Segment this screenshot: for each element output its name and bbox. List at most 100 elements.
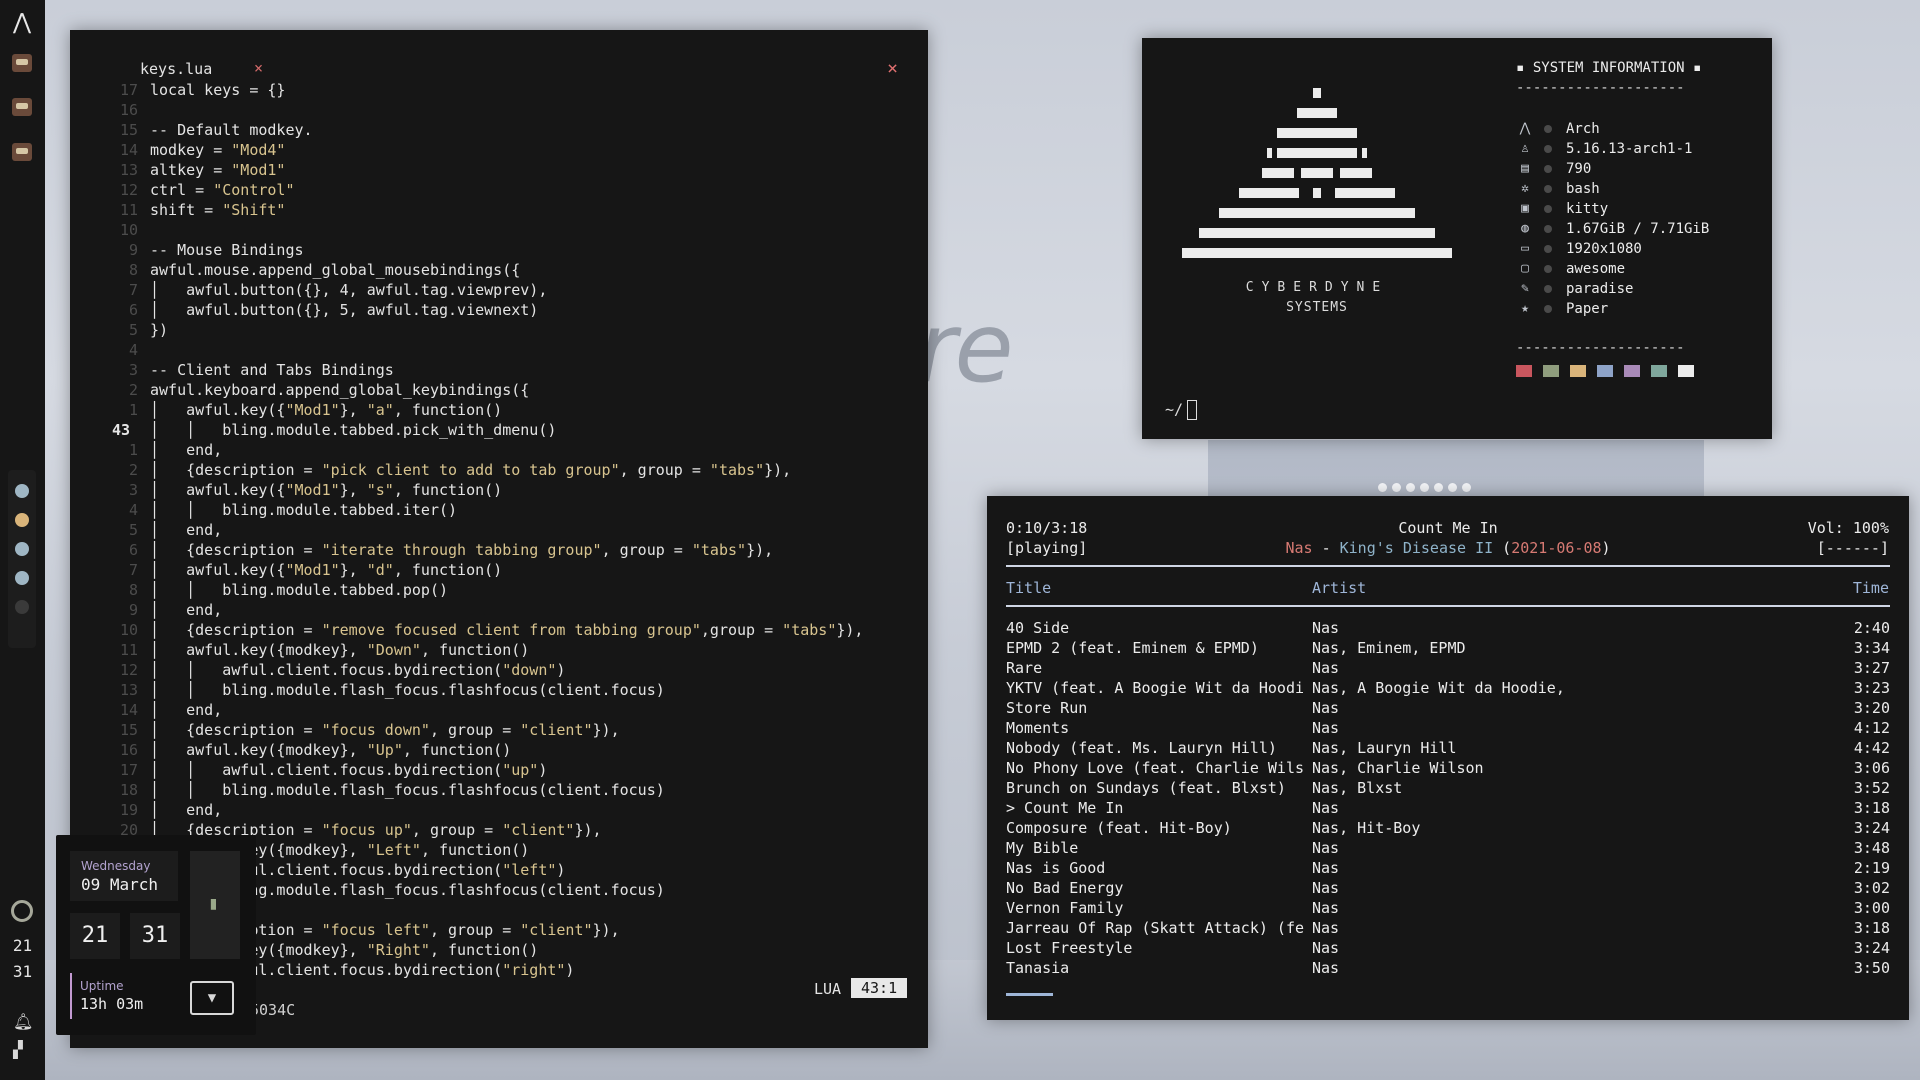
code-line[interactable]: 7 │ awful.button({}, 4, awful.tag.viewpre…: [70, 280, 928, 300]
code-line[interactable]: 3 │ awful.key({"Mod1"}, "s", function(): [70, 480, 928, 500]
code-line[interactable]: 6 │ awful.button({}, 5, awful.tag.viewnex…: [70, 300, 928, 320]
code-line[interactable]: 17 │ │ awful.client.focus.bydirection("up…: [70, 760, 928, 780]
gear-icon: ✲: [1521, 181, 1529, 196]
tag-indicator[interactable]: [15, 484, 29, 498]
code-line[interactable]: 3 -- Client and Tabs Bindings: [70, 360, 928, 380]
tag-indicator[interactable]: [15, 571, 29, 585]
chevron-down-icon[interactable]: ▼: [190, 981, 234, 1015]
line-number: 4: [128, 501, 138, 519]
brush-icon: ✎: [1521, 281, 1529, 296]
code-line[interactable]: 14 │ end,: [70, 700, 928, 720]
code-line[interactable]: 9 -- Mouse Bindings: [70, 240, 928, 260]
track-list[interactable]: 40 Side Nas 2:40 EPMD 2 (feat. Eminem & EPM…: [1006, 618, 1890, 978]
shell-prompt[interactable]: ~/: [1165, 400, 1198, 420]
code-line[interactable]: 16: [70, 100, 928, 120]
track-artist: Nas, Hit-Boy: [1312, 819, 1421, 837]
line-number: 17: [119, 761, 138, 779]
code-line[interactable]: 10 │ {description = "remove focused clien…: [70, 620, 928, 640]
line-text: │ awful.key({modkey}, "Up", function(): [150, 741, 512, 759]
code-line[interactable]: 13 │ │ bling.module.flash_focus.flashfocu…: [70, 680, 928, 700]
arch-logo-icon[interactable]: ⋀: [10, 10, 34, 36]
line-number: 5: [128, 521, 138, 539]
tag-indicator[interactable]: [15, 600, 29, 614]
tab-close-icon[interactable]: ×: [254, 59, 263, 77]
line-text: -- Mouse Bindings: [150, 241, 304, 259]
code-line[interactable]: 18 │ │ bling.module.flash_focus.flashfocu…: [70, 780, 928, 800]
tag-indicator[interactable]: [15, 513, 29, 527]
column-header-time[interactable]: Time: [1853, 579, 1889, 597]
code-line[interactable]: 8 awful.mouse.append_global_mousebindings…: [70, 260, 928, 280]
code-line[interactable]: 12 │ │ awful.client.focus.bydirection("do…: [70, 660, 928, 680]
line-text: │ awful.button({}, 4, awful.tag.viewprev…: [150, 281, 548, 299]
track-row[interactable]: Rare Nas 3:27: [1006, 658, 1890, 678]
taskbar-app-icon[interactable]: [12, 143, 32, 161]
code-line[interactable]: 14 modkey = "Mod4": [70, 140, 928, 160]
code-line[interactable]: 1 │ end,: [70, 440, 928, 460]
code-line[interactable]: 16 │ awful.key({modkey}, "Up", function(): [70, 740, 928, 760]
column-header-title[interactable]: Title: [1006, 579, 1051, 597]
code-line[interactable]: 4: [70, 340, 928, 360]
track-row[interactable]: Nas is Good Nas 2:19: [1006, 858, 1890, 878]
bullet-dot: [1544, 205, 1552, 213]
line-number: 6: [128, 541, 138, 559]
code-line[interactable]: 8 │ │ bling.module.tabbed.pop(): [70, 580, 928, 600]
column-header-artist[interactable]: Artist: [1312, 579, 1366, 597]
line-number: 10: [119, 621, 138, 639]
line-number: 18: [119, 781, 138, 799]
code-line[interactable]: 11 │ awful.key({modkey}, "Down", function…: [70, 640, 928, 660]
track-row[interactable]: No Phony Love (feat. Charlie Wils Nas, Ch…: [1006, 758, 1890, 778]
tag-indicator[interactable]: [15, 542, 29, 556]
code-line[interactable]: 4 │ │ bling.module.tabbed.iter(): [70, 500, 928, 520]
track-row[interactable]: 40 Side Nas 2:40: [1006, 618, 1890, 638]
track-row[interactable]: Composure (feat. Hit-Boy) Nas, Hit-Boy 3:2…: [1006, 818, 1890, 838]
code-line[interactable]: 5}): [70, 320, 928, 340]
editor-tab[interactable]: keys.lua: [140, 60, 212, 78]
track-title: Rare: [1006, 659, 1043, 677]
line-text: -- Client and Tabs Bindings: [150, 361, 394, 379]
sysinfo-terminal[interactable]: CYBERDYNE SYSTEMS ▪ SYSTEM INFORMATION ▪…: [1142, 38, 1772, 439]
track-row[interactable]: Brunch on Sundays (feat. Blxst) Nas, Blxs…: [1006, 778, 1890, 798]
track-row[interactable]: Jarreau Of Rap (Skatt Attack) (fe Nas 3:18: [1006, 918, 1890, 938]
music-player-terminal[interactable]: 0:10/3:18 [playing] Count Me In Nas - Ki…: [987, 496, 1909, 1020]
terminal-cursor: [1187, 400, 1198, 420]
code-line[interactable]: 43 │ │ bling.module.tabbed.pick_with_dmen…: [70, 420, 928, 440]
code-line[interactable]: 13 altkey = "Mod1": [70, 160, 928, 180]
code-line[interactable]: 5 │ end,: [70, 520, 928, 540]
track-row[interactable]: > Count Me In Nas 3:18: [1006, 798, 1890, 818]
taskbar-app-icon[interactable]: [12, 54, 32, 72]
track-row[interactable]: Nobody (feat. Ms. Lauryn Hill) Nas, Laury…: [1006, 738, 1890, 758]
code-line[interactable]: 2 awful.keyboard.append_global_keybinding…: [70, 380, 928, 400]
code-line[interactable]: 2 │ {description = "pick client to add to…: [70, 460, 928, 480]
track-row[interactable]: Vernon Family Nas 3:00: [1006, 898, 1890, 918]
progress-bar[interactable]: [1006, 993, 1053, 996]
sysinfo-value: bash: [1566, 181, 1600, 197]
bell-icon[interactable]: 🔔︎: [13, 1012, 33, 1031]
code-line[interactable]: 6 │ {description = "iterate through tabbi…: [70, 540, 928, 560]
battery-card: ▮: [190, 851, 240, 959]
meta-separator: -: [1321, 539, 1331, 557]
line-text: local keys = {}: [150, 81, 286, 99]
code-line[interactable]: 17 local keys = {}: [70, 80, 928, 100]
layout-icon[interactable]: ▞: [13, 1040, 23, 1059]
track-row[interactable]: Store Run Nas 3:20: [1006, 698, 1890, 718]
track-row[interactable]: Lost Freestyle Nas 3:24: [1006, 938, 1890, 958]
code-line[interactable]: 1 │ awful.key({"Mod1"}, "a", function(): [70, 400, 928, 420]
track-row[interactable]: Moments Nas 4:12: [1006, 718, 1890, 738]
code-line[interactable]: 10: [70, 220, 928, 240]
code-line[interactable]: 15 -- Default modkey.: [70, 120, 928, 140]
code-line[interactable]: 19 │ end,: [70, 800, 928, 820]
code-line[interactable]: 11 shift = "Shift": [70, 200, 928, 220]
track-row[interactable]: No Bad Energy Nas 3:02: [1006, 878, 1890, 898]
window-close-icon[interactable]: ×: [887, 58, 898, 79]
track-row[interactable]: EPMD 2 (feat. Eminem & EPMD) Nas, Eminem,…: [1006, 638, 1890, 658]
track-row[interactable]: My Bible Nas 3:48: [1006, 838, 1890, 858]
track-row[interactable]: YKTV (feat. A Boogie Wit da Hoodi Nas, A …: [1006, 678, 1890, 698]
circle-icon[interactable]: [11, 900, 33, 922]
code-line[interactable]: 15 │ {description = "focus down", group =…: [70, 720, 928, 740]
track-row[interactable]: Tanasia Nas 3:50: [1006, 958, 1890, 978]
code-line[interactable]: 12 ctrl = "Control": [70, 180, 928, 200]
taskbar-app-icon[interactable]: [12, 98, 32, 116]
code-line[interactable]: 7 │ awful.key({"Mod1"}, "d", function(): [70, 560, 928, 580]
line-number: 13: [119, 161, 138, 179]
code-line[interactable]: 9 │ end,: [70, 600, 928, 620]
